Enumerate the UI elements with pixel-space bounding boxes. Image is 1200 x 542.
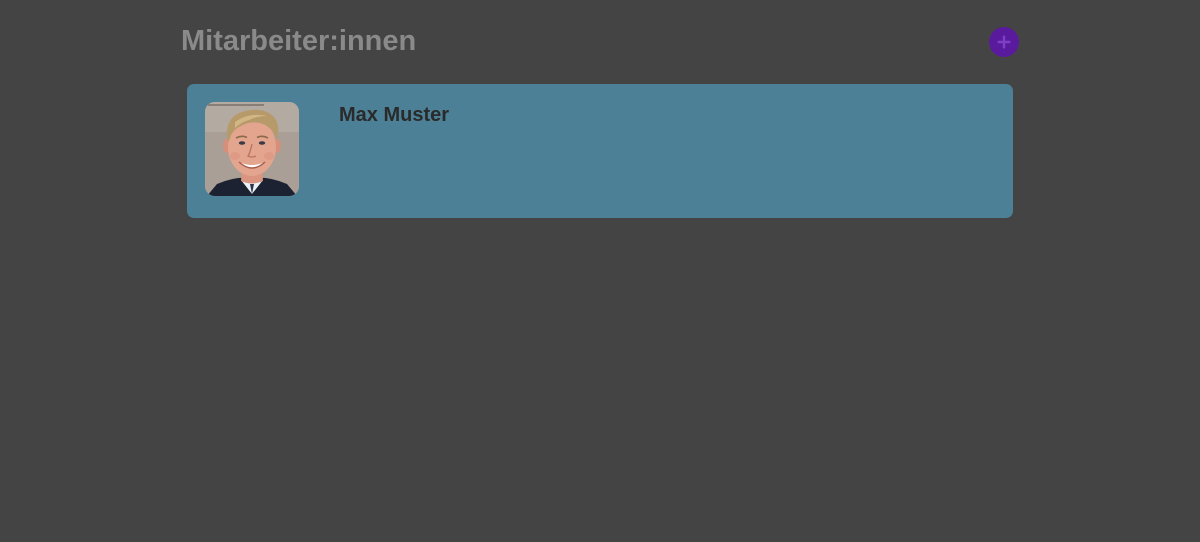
avatar [205, 102, 299, 196]
employee-card[interactable]: Max Muster [187, 84, 1013, 218]
page-title: Mitarbeiter:innen [181, 25, 417, 57]
plus-icon [996, 34, 1012, 50]
add-employee-button[interactable] [989, 27, 1019, 57]
employee-name: Max Muster [339, 104, 450, 126]
